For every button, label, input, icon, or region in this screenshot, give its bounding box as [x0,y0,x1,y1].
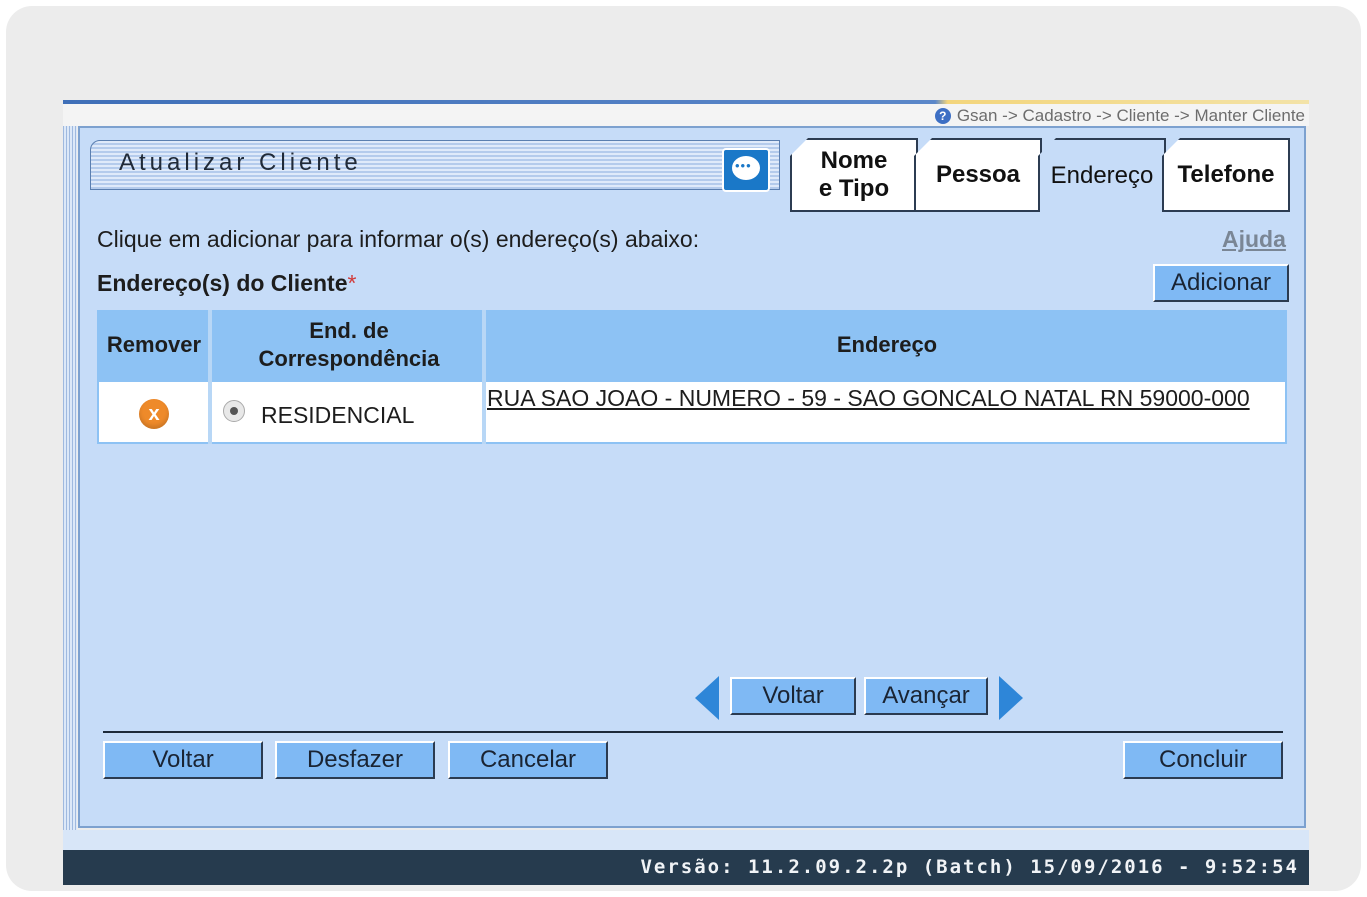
pager-back-button[interactable]: Voltar [730,677,856,715]
left-decorative-stripe [63,126,77,830]
tab-nome-e-tipo[interactable]: Nome e Tipo [790,138,918,212]
arrow-left-icon[interactable] [695,676,719,720]
address-link[interactable]: RUA SAO JOAO - NUMERO - 59 - SAO GONCALO… [487,384,1267,412]
title-bar: Atualizar Cliente [90,140,780,190]
section-label-text: Endereço(s) do Cliente [97,270,348,296]
column-header-remover: Remover [106,332,202,357]
voltar-button[interactable]: Voltar [103,741,263,779]
desfazer-button[interactable]: Desfazer [275,741,435,779]
remove-x-icon[interactable]: x [139,399,169,429]
correspondence-radio[interactable] [223,400,245,422]
column-divider [482,310,486,444]
add-button[interactable]: Adicionar [1153,264,1289,302]
breadcrumb-bar: ? Gsan -> Cadastro -> Cliente -> Manter … [63,104,1309,126]
tab-label: Endereço [1050,162,1154,189]
required-mark: * [347,270,357,296]
pager-next-button[interactable]: Avançar [864,677,988,715]
help-circle-icon[interactable]: ? [934,108,951,124]
version-footer: Versão: 11.2.09.2.2p (Batch) 15/09/2016 … [63,850,1309,885]
instruction-text: Clique em adicionar para informar o(s) e… [97,226,700,252]
arrow-right-icon[interactable] [999,676,1023,720]
tab-label: Telefone [1177,161,1275,188]
help-link[interactable]: Ajuda [1222,226,1286,253]
column-header-endereco: Endereço [836,332,938,357]
tab-telefone[interactable]: Telefone [1162,138,1290,212]
header-line: End. de [309,318,389,343]
tab-label: Pessoa [935,161,1021,188]
concluir-button[interactable]: Concluir [1123,741,1283,779]
column-header-correspondencia: End. de Correspondência [213,310,485,380]
table-header: Remover End. de Correspondência Endereço [97,310,1287,380]
page-title: Atualizar Cliente [119,149,362,176]
tab-endereco[interactable]: Endereço [1038,138,1166,212]
section-label: Endereço(s) do Cliente* [97,270,356,297]
tab-label: Nome [820,147,888,174]
tab-pessoa[interactable]: Pessoa [914,138,1042,212]
chat-icon[interactable] [722,148,770,192]
address-type: RESIDENCIAL [261,402,415,428]
bottom-band [63,830,1309,850]
header-line: Correspondência [258,346,440,371]
column-divider [208,310,212,444]
breadcrumb: Gsan -> Cadastro -> Cliente -> Manter Cl… [956,106,1305,125]
divider [103,731,1283,733]
cancelar-button[interactable]: Cancelar [448,741,608,779]
tab-label: e Tipo [818,175,890,202]
